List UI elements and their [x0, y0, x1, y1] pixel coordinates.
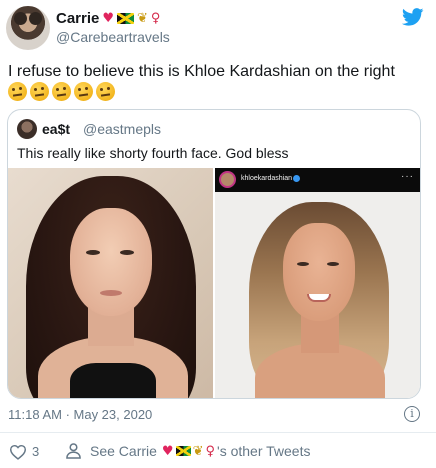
instagram-header: khloekardashian ···: [215, 168, 420, 192]
face-with-raised-eyebrow-icon: [52, 82, 71, 101]
pineapple-icon: ❦: [137, 11, 148, 26]
footer-divider: [0, 432, 436, 433]
quoted-author-avatar[interactable]: [17, 119, 37, 139]
face-with-raised-eyebrow-icon: [30, 82, 49, 101]
red-heart-icon: ♥: [102, 11, 115, 26]
dancer-icon: ♀: [150, 11, 161, 26]
see-other-tweets-prefix[interactable]: See Carrie: [90, 443, 157, 459]
tweet-card: Carrie ♥ ❦ ♀ @Carebeartravels I refuse t…: [0, 0, 436, 468]
author-avatar[interactable]: [6, 6, 50, 50]
info-icon[interactable]: i: [404, 406, 420, 422]
photo-left[interactable]: [8, 168, 213, 398]
like-count: 3: [32, 444, 40, 459]
profile-icon[interactable]: [66, 443, 81, 459]
author-name-row[interactable]: Carrie ♥ ❦ ♀: [56, 10, 160, 27]
quoted-tweet-text: This really like shorty fourth face. God…: [17, 145, 289, 161]
like-heart-icon[interactable]: [9, 444, 27, 460]
red-heart-icon: ♥: [161, 443, 174, 459]
see-other-tweets-suffix[interactable]: 's other Tweets: [217, 443, 310, 459]
eye-left: [86, 250, 100, 255]
jamaica-flag-icon: [117, 13, 135, 24]
eye-left: [297, 262, 309, 266]
face-with-raised-eyebrow-icon: [8, 82, 27, 101]
face-with-raised-eyebrow-icon: [74, 82, 93, 101]
black-top: [70, 363, 156, 398]
reaction-emoji-row: [8, 82, 115, 101]
quoted-author-handle[interactable]: @eastmepls: [83, 121, 161, 137]
tweet-timestamp[interactable]: 11:18 AM · May 23, 2020: [8, 407, 152, 422]
lips: [100, 290, 122, 296]
face-with-raised-eyebrow-icon: [96, 82, 115, 101]
tweet-text: I refuse to believe this is Khloe Kardas…: [8, 63, 395, 80]
author-display-name[interactable]: Carrie: [56, 10, 99, 27]
face: [70, 208, 152, 316]
instagram-username: khloekardashian: [241, 175, 292, 182]
jamaica-flag-icon: [175, 446, 191, 456]
photo-right[interactable]: khloekardashian ···: [215, 168, 420, 398]
more-options-icon: ···: [401, 171, 414, 182]
quoted-author-name[interactable]: ea$t: [42, 121, 70, 137]
face: [283, 223, 355, 321]
avatar-ear-left: [14, 12, 27, 25]
verified-badge-icon: [293, 175, 300, 182]
see-other-tweets-link[interactable]: See Carrie ♥ ❦ ♀ 's other Tweets: [90, 443, 310, 459]
eye-right: [120, 250, 134, 255]
pineapple-icon: ❦: [192, 443, 204, 459]
instagram-avatar: [219, 171, 236, 188]
twitter-bird-icon[interactable]: [402, 8, 424, 26]
quoted-tweet[interactable]: ea$t @eastmepls This really like shorty …: [7, 109, 421, 399]
author-handle[interactable]: @Carebeartravels: [56, 29, 170, 45]
eye-right: [327, 262, 339, 266]
dancer-icon: ♀: [205, 443, 216, 459]
avatar-ear-right: [29, 12, 42, 25]
